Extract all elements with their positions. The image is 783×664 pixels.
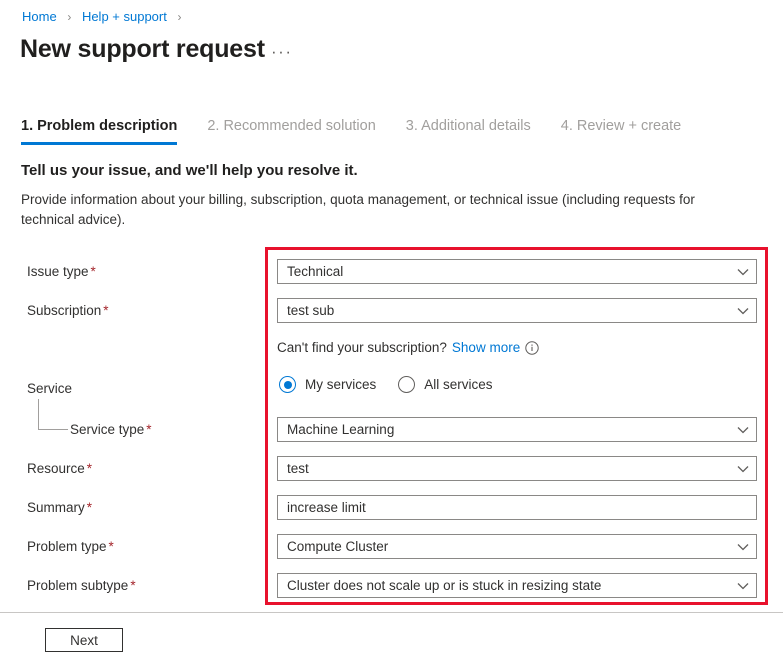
- label-issue-type: Issue type*: [27, 263, 96, 281]
- breadcrumb-item-help-support[interactable]: Help + support: [82, 9, 167, 24]
- show-more-link[interactable]: Show more: [452, 339, 520, 357]
- issue-type-dropdown[interactable]: Technical: [277, 259, 757, 284]
- required-marker: *: [109, 539, 114, 554]
- service-tree-connector-icon: [38, 399, 68, 430]
- breadcrumb-item-home[interactable]: Home: [22, 9, 57, 24]
- label-summary-text: Summary: [27, 500, 85, 515]
- label-service: Service: [27, 380, 72, 398]
- required-marker: *: [130, 578, 135, 593]
- radio-all-services-label: All services: [424, 377, 492, 392]
- problem-type-value: Compute Cluster: [278, 539, 730, 554]
- problem-subtype-value: Cluster does not scale up or is stuck in…: [278, 578, 730, 593]
- breadcrumb-separator-icon: ›: [177, 10, 181, 24]
- intro-heading: Tell us your issue, and we'll help you r…: [21, 160, 358, 181]
- chevron-down-icon: [730, 543, 756, 551]
- label-service-type: Service type*: [70, 421, 152, 439]
- radio-my-services[interactable]: My services: [279, 376, 376, 393]
- tab-problem-description[interactable]: 1. Problem description: [21, 117, 177, 145]
- wizard-tabs: 1. Problem description 2. Recommended so…: [21, 117, 711, 145]
- summary-value: increase limit: [278, 500, 756, 515]
- radio-all-services-mark-icon: [398, 376, 415, 393]
- tab-additional-details[interactable]: 3. Additional details: [406, 117, 531, 145]
- breadcrumb-separator-icon: ›: [67, 10, 71, 24]
- resource-dropdown[interactable]: test: [277, 456, 757, 481]
- chevron-down-icon: [730, 465, 756, 473]
- label-problem-type-text: Problem type: [27, 539, 107, 554]
- breadcrumb: Home › Help + support ›: [22, 9, 188, 25]
- label-problem-subtype-text: Problem subtype: [27, 578, 128, 593]
- radio-my-services-mark-icon: [279, 376, 296, 393]
- service-type-dropdown[interactable]: Machine Learning: [277, 417, 757, 442]
- subscription-help-row: Can't find your subscription? Show more: [277, 339, 539, 357]
- required-marker: *: [87, 461, 92, 476]
- label-summary: Summary*: [27, 499, 92, 517]
- chevron-down-icon: [730, 426, 756, 434]
- label-problem-type: Problem type*: [27, 538, 114, 556]
- resource-value: test: [278, 461, 730, 476]
- summary-input[interactable]: increase limit: [277, 495, 757, 520]
- label-problem-subtype: Problem subtype*: [27, 577, 136, 595]
- service-scope-radio-group: My services All services: [279, 376, 515, 393]
- more-options-icon[interactable]: ···: [271, 42, 292, 62]
- footer-divider: [0, 612, 783, 613]
- issue-type-value: Technical: [278, 264, 730, 279]
- tab-recommended-solution[interactable]: 2. Recommended solution: [207, 117, 375, 145]
- required-marker: *: [146, 422, 151, 437]
- required-marker: *: [87, 500, 92, 515]
- page-title: New support request: [20, 33, 265, 65]
- required-marker: *: [91, 264, 96, 279]
- chevron-down-icon: [730, 268, 756, 276]
- intro-description: Provide information about your billing, …: [21, 190, 745, 230]
- label-resource-text: Resource: [27, 461, 85, 476]
- service-type-value: Machine Learning: [278, 422, 730, 437]
- subscription-dropdown[interactable]: test sub: [277, 298, 757, 323]
- problem-subtype-dropdown[interactable]: Cluster does not scale up or is stuck in…: [277, 573, 757, 598]
- chevron-down-icon: [730, 582, 756, 590]
- radio-all-services[interactable]: All services: [398, 376, 492, 393]
- label-service-type-text: Service type: [70, 422, 144, 437]
- chevron-down-icon: [730, 307, 756, 315]
- subscription-help-text: Can't find your subscription?: [277, 339, 447, 357]
- label-subscription-text: Subscription: [27, 303, 101, 318]
- tab-review-create[interactable]: 4. Review + create: [561, 117, 682, 145]
- radio-my-services-label: My services: [305, 377, 376, 392]
- label-issue-type-text: Issue type: [27, 264, 89, 279]
- label-subscription: Subscription*: [27, 302, 109, 320]
- subscription-value: test sub: [278, 303, 730, 318]
- required-marker: *: [103, 303, 108, 318]
- problem-type-dropdown[interactable]: Compute Cluster: [277, 534, 757, 559]
- label-resource: Resource*: [27, 460, 92, 478]
- label-service-text: Service: [27, 381, 72, 396]
- info-circle-icon[interactable]: [525, 341, 539, 355]
- next-button[interactable]: Next: [45, 628, 123, 652]
